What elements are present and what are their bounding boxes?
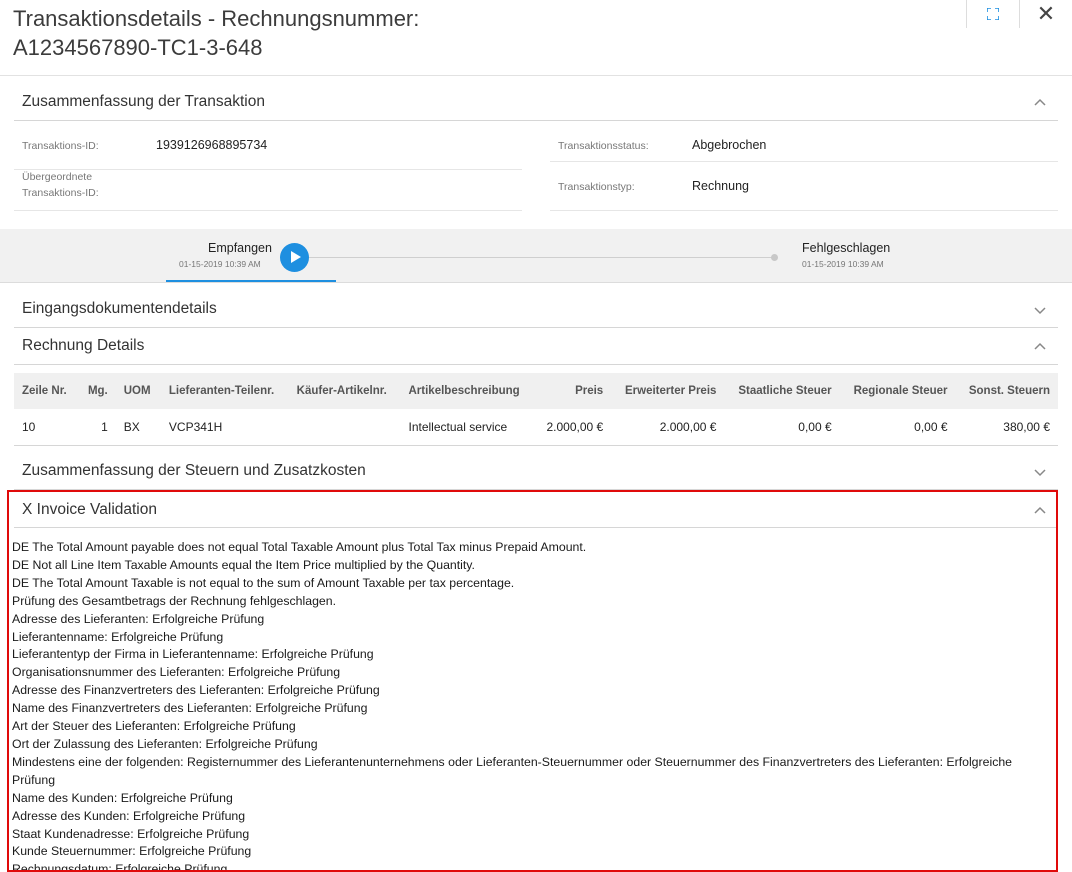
title-line-1: Transaktionsdetails - Rechnungsnummer: xyxy=(13,6,420,31)
table-cell: 0,00 € xyxy=(724,409,840,446)
column-header[interactable]: UOM xyxy=(115,373,161,409)
table-cell xyxy=(288,409,401,446)
table-header-row: Zeile Nr. Mg. UOM Lieferanten-Teilenr. K… xyxy=(14,373,1058,409)
transaction-type-value: Rechnung xyxy=(692,179,749,193)
column-header[interactable]: Erweiterter Preis xyxy=(611,373,725,409)
column-header[interactable]: Lieferanten-Teilenr. xyxy=(160,373,289,409)
section-header-validation[interactable]: X Invoice Validation xyxy=(14,492,1056,528)
column-header[interactable]: Staatliche Steuer xyxy=(724,373,840,409)
column-header[interactable]: Käufer-Artikelnr. xyxy=(288,373,401,409)
validation-message: DE The Total Amount Taxable is not equal… xyxy=(12,575,515,590)
field-label: Transaktions-ID: xyxy=(22,140,99,152)
validation-message: Art der Steuer des Lieferanten: Erfolgre… xyxy=(12,719,296,734)
validation-message: Lieferantentyp der Firma in Lieferantenn… xyxy=(12,647,374,662)
field-transaction-status: Transaktionsstatus: Abgebrochen xyxy=(550,130,1058,162)
chevron-up-icon xyxy=(1034,98,1046,106)
column-header[interactable]: Zeile Nr. xyxy=(14,373,79,409)
field-parent-id: Übergeordnete Transaktions-ID: xyxy=(14,162,522,211)
validation-message: Adresse des Finanzvertreters des Liefera… xyxy=(12,683,380,698)
chevron-down-icon xyxy=(1034,469,1046,477)
validation-message: Name des Kunden: Erfolgreiche Prüfung xyxy=(12,790,233,805)
field-transaction-type: Transaktionstyp: Rechnung xyxy=(550,162,1058,211)
section-title: Zusammenfassung der Transaktion xyxy=(22,93,265,110)
step-time-failed: 01-15-2019 10:39 AM xyxy=(802,259,884,269)
section-title: X Invoice Validation xyxy=(22,501,157,518)
table-cell: VCP341H xyxy=(160,409,289,446)
validation-message: Mindestens eine der folgenden: Registern… xyxy=(12,754,1013,787)
expand-icon xyxy=(987,8,999,20)
step-dot-icon xyxy=(771,254,778,261)
play-icon[interactable] xyxy=(280,243,309,272)
field-label: Transaktionstyp: xyxy=(558,181,635,193)
validation-message: Staat Kundenadresse: Erfolgreiche Prüfun… xyxy=(12,826,250,841)
validation-message: Kunde Steuernummer: Erfolgreiche Prüfung xyxy=(12,844,252,859)
table-cell: 380,00 € xyxy=(955,409,1058,446)
validation-message: Adresse des Kunden: Erfolgreiche Prüfung xyxy=(12,808,246,823)
transaction-progress: Empfangen 01-15-2019 10:39 AM Fehlgeschl… xyxy=(0,229,1072,283)
section-title: Eingangsdokumentendetails xyxy=(22,300,217,317)
column-header[interactable]: Regionale Steuer xyxy=(839,373,956,409)
table-cell: Intellectual service xyxy=(400,409,535,446)
validation-message: Lieferantenname: Erfolgreiche Prüfung xyxy=(12,629,224,644)
validation-message: Ort der Zulassung des Lieferanten: Erfol… xyxy=(12,736,318,751)
column-header[interactable]: Sonst. Steuern xyxy=(955,373,1058,409)
column-header[interactable]: Mg. xyxy=(78,373,116,409)
title-line-2: A1234567890-TC1-3-648 xyxy=(13,35,263,60)
step-time-received: 01-15-2019 10:39 AM xyxy=(179,259,261,269)
table-cell: 0,00 € xyxy=(839,409,956,446)
table-cell: 10 xyxy=(14,409,79,446)
column-header[interactable]: Artikelbeschreibung xyxy=(400,373,535,409)
table-cell: 1 xyxy=(78,409,116,446)
validation-message: Adresse des Lieferanten: Erfolgreiche Pr… xyxy=(12,611,265,626)
chevron-down-icon xyxy=(1034,307,1046,315)
section-header-invoice-details[interactable]: Rechnung Details xyxy=(14,328,1058,365)
section-title: Rechnung Details xyxy=(22,337,145,354)
table-cell: 2.000,00 € xyxy=(611,409,725,446)
section-header-summary[interactable]: Zusammenfassung der Transaktion xyxy=(14,84,1058,121)
close-button[interactable]: ✕ xyxy=(1020,0,1072,28)
close-icon: ✕ xyxy=(1036,1,1056,26)
table-cell: 2.000,00 € xyxy=(534,409,612,446)
validation-message: Prüfung des Gesamtbetrags der Rechnung f… xyxy=(12,593,337,608)
dialog-header: Transaktionsdetails - Rechnungsnummer: A… xyxy=(0,0,1072,76)
step-label-failed: Fehlgeschlagen xyxy=(802,241,891,255)
header-actions: ✕ xyxy=(966,0,1072,28)
progress-track xyxy=(308,257,774,258)
step-label-received: Empfangen xyxy=(208,241,272,255)
chevron-up-icon xyxy=(1034,342,1046,350)
section-title: Zusammenfassung der Steuern und Zusatzko… xyxy=(22,462,366,479)
validation-message: Name des Finanzvertreters des Lieferante… xyxy=(12,701,368,716)
validation-message: Rechnungsdatum: Erfolgreiche Prüfung xyxy=(12,862,228,872)
invoice-line-items-table: Zeile Nr. Mg. UOM Lieferanten-Teilenr. K… xyxy=(14,373,1058,446)
field-label: Transaktionsstatus: xyxy=(558,140,649,152)
validation-messages: DE The Total Amount payable does not equ… xyxy=(12,539,1048,872)
table-cell: BX xyxy=(115,409,161,446)
validation-message: Organisationsnummer des Lieferanten: Erf… xyxy=(12,665,341,680)
section-header-input-docs[interactable]: Eingangsdokumentendetails xyxy=(14,291,1058,328)
validation-panel: X Invoice Validation DE The Total Amount… xyxy=(7,490,1058,872)
validation-message: DE Not all Line Item Taxable Amounts equ… xyxy=(12,557,475,572)
section-header-tax-summary[interactable]: Zusammenfassung der Steuern und Zusatzko… xyxy=(14,453,1058,490)
field-label: Übergeordnete Transaktions-ID: xyxy=(22,171,99,199)
validation-message: DE The Total Amount payable does not equ… xyxy=(12,540,587,554)
active-step-indicator xyxy=(166,280,336,282)
transaction-id-value: 1939126968895734 xyxy=(156,138,268,152)
chevron-up-icon xyxy=(1034,506,1046,514)
transaction-status-value: Abgebrochen xyxy=(692,138,767,152)
column-header[interactable]: Preis xyxy=(534,373,612,409)
table-row: 10 1 BX VCP341H Intellectual service 2.0… xyxy=(14,409,1058,446)
dialog-title: Transaktionsdetails - Rechnungsnummer: A… xyxy=(13,4,419,62)
expand-button[interactable] xyxy=(967,0,1019,28)
